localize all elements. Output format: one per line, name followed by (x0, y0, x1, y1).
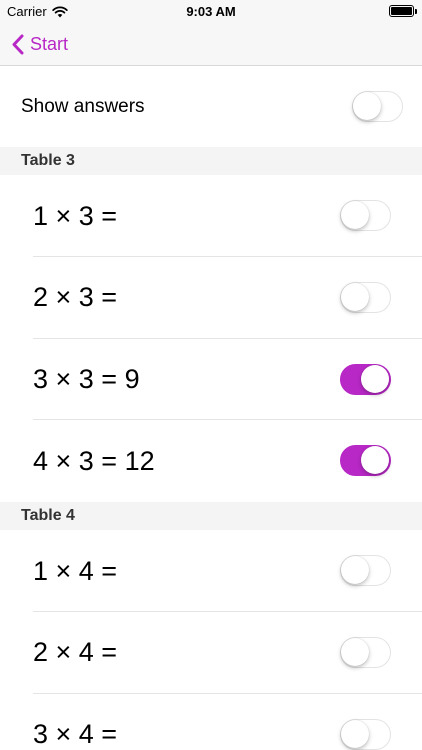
nav-bar: Start (0, 22, 422, 66)
battery-icon (389, 5, 417, 17)
answer-toggle[interactable] (340, 555, 391, 586)
status-time: 9:03 AM (186, 4, 236, 19)
table-row: 1 × 3 = (0, 175, 422, 257)
table-row: 3 × 3 = 9 (0, 339, 422, 420)
equation-label: 3 × 4 = (33, 719, 118, 749)
answer-toggle[interactable] (340, 282, 391, 313)
table-row: 4 × 3 = 12 (0, 420, 422, 502)
equation-label: 3 × 3 = 9 (33, 364, 140, 394)
table-row: 3 × 4 = (0, 694, 422, 750)
answer-toggle[interactable] (340, 637, 391, 668)
chevron-left-icon (12, 34, 24, 54)
show-answers-label: Show answers (21, 96, 145, 117)
screen: Carrier 9:03 AM Start Show answers Table… (0, 0, 422, 750)
answer-toggle[interactable] (340, 445, 391, 476)
answer-toggle[interactable] (340, 200, 391, 231)
table-row: 1 × 4 = (0, 530, 422, 612)
equation-label: 2 × 3 = (33, 282, 118, 312)
answer-toggle[interactable] (340, 364, 391, 395)
table-row: 2 × 4 = (0, 612, 422, 693)
section-title: Table 3 (21, 152, 75, 169)
show-answers-toggle[interactable] (352, 91, 403, 122)
answer-toggle[interactable] (340, 719, 391, 750)
show-answers-row: Show answers (0, 67, 422, 147)
table-row: 2 × 3 = (0, 257, 422, 338)
status-bar: Carrier 9:03 AM (0, 0, 422, 22)
equation-label: 1 × 3 = (33, 200, 118, 231)
equation-label: 1 × 4 = (33, 555, 118, 586)
equation-label: 2 × 4 = (33, 637, 118, 667)
back-button[interactable]: Start (12, 22, 68, 66)
back-label: Start (30, 33, 69, 54)
section-title: Table 4 (21, 507, 75, 524)
section-header-table-4: Table 4 (0, 502, 422, 530)
section-header-table-3: Table 3 (0, 147, 422, 175)
equation-label: 4 × 3 = 12 (33, 445, 155, 476)
